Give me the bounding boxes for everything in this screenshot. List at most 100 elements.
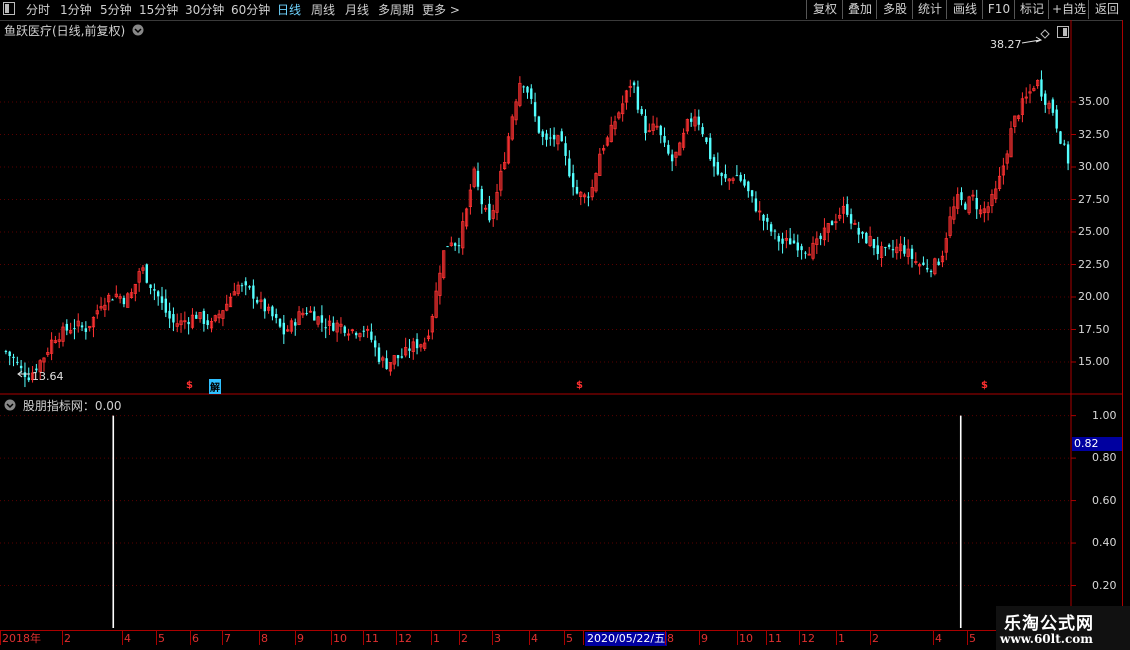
multi-stock-button[interactable]: 多股 xyxy=(876,0,913,19)
overlay-button[interactable]: 叠加 xyxy=(842,0,877,19)
period-tab-15min[interactable]: 15分钟 xyxy=(139,2,178,18)
candle-body xyxy=(187,321,190,325)
period-tab-5min[interactable]: 5分钟 xyxy=(100,2,132,18)
period-tab-more[interactable]: 更多 > xyxy=(422,2,460,18)
candle-body xyxy=(8,351,11,357)
add-watchlist-button[interactable]: +自选 xyxy=(1048,0,1089,19)
high-price-label: 38.27 xyxy=(990,38,1022,51)
candle-body xyxy=(1055,109,1058,129)
candle-body xyxy=(975,198,978,210)
restore-rights-button[interactable]: 复权 xyxy=(806,0,843,19)
back-button[interactable]: 返回 xyxy=(1088,0,1125,19)
candle-body xyxy=(294,322,297,326)
period-tab-weekly[interactable]: 周线 xyxy=(311,2,335,18)
candle-body xyxy=(689,118,693,122)
panel-toggle-icon[interactable] xyxy=(3,2,15,19)
time-axis-label: 11 xyxy=(365,632,379,645)
time-axis-label: 1 xyxy=(838,632,845,645)
candle-body xyxy=(724,174,727,179)
candle-body xyxy=(206,320,209,326)
price-tick-label: 17.50 xyxy=(1078,322,1110,336)
candle-body xyxy=(571,173,575,188)
candle-body xyxy=(800,246,803,251)
candle-body xyxy=(587,196,590,198)
time-axis-label: 12 xyxy=(398,632,412,645)
candle-body xyxy=(819,235,822,240)
time-axis-tick xyxy=(529,631,530,645)
candle-body xyxy=(1051,99,1055,113)
time-axis-tick xyxy=(870,631,871,645)
candle-body xyxy=(568,158,571,177)
candle-body xyxy=(320,315,324,323)
candle-body xyxy=(640,109,643,115)
time-axis-label: 1 xyxy=(433,632,440,645)
time-axis-tick xyxy=(699,631,700,645)
indicator-chart[interactable] xyxy=(0,395,1130,630)
candle-body xyxy=(846,204,849,215)
watermark: 乐淘公式网 www.60lt.com xyxy=(996,606,1130,650)
dividend-marker[interactable]: $ xyxy=(186,380,193,391)
period-tab-30min[interactable]: 30分钟 xyxy=(185,2,224,18)
candle-body xyxy=(575,186,579,194)
time-axis-tick xyxy=(156,631,157,645)
low-price-label: 13.64 xyxy=(32,370,64,383)
time-axis-tick xyxy=(799,631,800,645)
candle-body xyxy=(739,174,742,181)
candle-body xyxy=(354,332,358,336)
indicator-tick-label: 0.80 xyxy=(1092,451,1117,465)
candle-body xyxy=(960,192,963,201)
candle-body xyxy=(747,181,750,192)
time-axis-tick xyxy=(836,631,837,645)
time-axis-label: 12 xyxy=(801,632,815,645)
candle-body xyxy=(305,313,308,315)
candle-body xyxy=(1040,79,1043,97)
candle-body xyxy=(762,214,765,221)
mark-button[interactable]: 标记 xyxy=(1014,0,1049,19)
period-tab-1min[interactable]: 1分钟 xyxy=(60,2,92,18)
draw-line-button[interactable]: 画线 xyxy=(946,0,983,19)
time-axis-label: 2 xyxy=(64,632,71,645)
candle-body xyxy=(644,115,647,134)
candle-body xyxy=(282,322,286,335)
candle-body xyxy=(377,347,381,362)
statistics-button[interactable]: 统计 xyxy=(912,0,947,19)
dividend-marker[interactable]: $ xyxy=(981,380,988,391)
candle-body xyxy=(156,291,160,297)
candle-body xyxy=(560,131,563,142)
price-tick-label: 15.00 xyxy=(1078,355,1110,368)
time-axis-label: 4 xyxy=(935,632,942,645)
candle-body xyxy=(903,245,906,254)
f10-button[interactable]: F10 xyxy=(982,0,1015,19)
candle-body xyxy=(705,137,708,142)
candlestick-chart[interactable] xyxy=(0,20,1130,395)
time-axis-label: 5 xyxy=(566,632,573,645)
candle-body xyxy=(172,314,175,323)
indicator-tick-label: 0.20 xyxy=(1092,578,1117,592)
candle-body xyxy=(80,325,84,328)
price-tick-label: 27.50 xyxy=(1078,192,1110,206)
unlock-marker[interactable]: 解 xyxy=(209,379,221,394)
candle-body xyxy=(564,143,567,156)
candle-body xyxy=(122,297,126,305)
candle-body xyxy=(861,231,864,234)
candle-body xyxy=(667,144,670,154)
candle-body xyxy=(872,239,876,249)
candle-body xyxy=(530,88,533,99)
time-axis-label: 10 xyxy=(739,632,753,645)
candle-body xyxy=(153,289,156,291)
period-tab-60min[interactable]: 60分钟 xyxy=(231,2,270,18)
period-tab-monthly[interactable]: 月线 xyxy=(345,2,369,18)
period-tab-fenshi[interactable]: 分时 xyxy=(26,2,50,18)
candle-body xyxy=(830,221,834,226)
time-axis-tick xyxy=(564,631,565,645)
dividend-marker[interactable]: $ xyxy=(576,380,583,391)
watermark-url: www.60lt.com xyxy=(1000,632,1093,646)
candle-body xyxy=(701,127,704,135)
candle-body xyxy=(263,299,266,312)
candle-body xyxy=(84,328,88,332)
candle-body xyxy=(4,351,8,353)
period-tab-multi[interactable]: 多周期 xyxy=(378,2,414,18)
period-tab-daily[interactable]: 日线 xyxy=(277,2,301,18)
time-axis-label: 5 xyxy=(158,632,165,645)
time-axis-tick xyxy=(295,631,296,645)
